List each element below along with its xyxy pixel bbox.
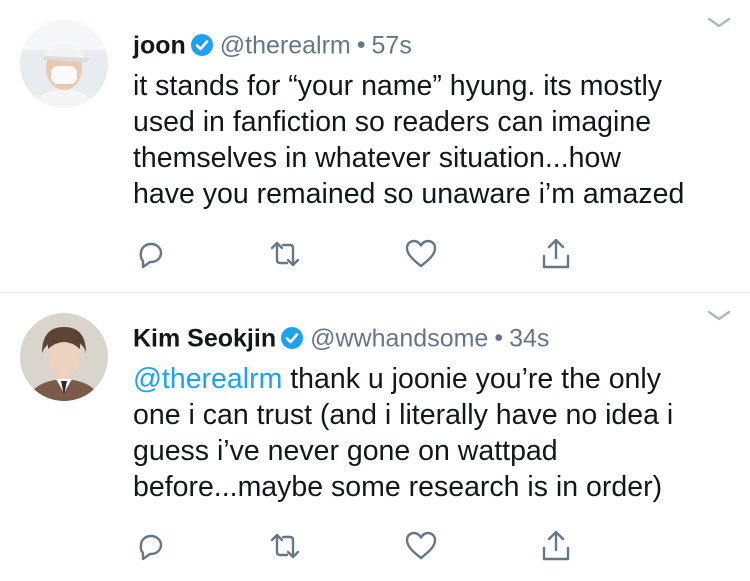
tweet-header: joon @therealrm • 57s [133, 28, 412, 61]
tweet-actions [133, 528, 593, 564]
tweet-text-line: @therealrm thank u joonie you’re the onl… [133, 361, 733, 397]
verified-badge-icon [190, 33, 214, 57]
avatar[interactable] [20, 313, 108, 401]
separator-dot: • [494, 324, 504, 353]
share-icon[interactable] [538, 528, 574, 564]
tweet-text-line: before...maybe some research is in order… [133, 471, 663, 503]
retweet-icon[interactable] [267, 236, 303, 272]
tweet-text: it stands for “your name” hyung. its mos… [133, 68, 733, 212]
display-name[interactable]: joon [133, 31, 186, 59]
chevron-down-icon[interactable] [706, 307, 732, 325]
user-handle[interactable]: @wwhandsome [310, 324, 488, 352]
timestamp[interactable]: 34s [509, 324, 549, 352]
tweet-text-line: guess i’ve never gone on wattpad [133, 435, 558, 467]
tweet[interactable]: joon @therealrm • 57s it stands for “your n… [0, 0, 750, 292]
heart-icon[interactable] [403, 528, 439, 564]
verified-badge-icon [280, 326, 304, 350]
tweet-actions [133, 236, 593, 272]
mention-link[interactable]: @therealrm [133, 363, 282, 395]
user-handle[interactable]: @therealrm [220, 31, 351, 59]
heart-icon[interactable] [403, 236, 439, 272]
separator-dot: • [356, 31, 366, 60]
tweet-text-fragment: thank u joonie you’re the only [282, 363, 661, 395]
tweet-text-line: themselves in whatever situation...how [133, 142, 621, 174]
avatar[interactable] [20, 20, 108, 108]
timestamp[interactable]: 57s [372, 31, 412, 59]
tweet-text: @therealrm thank u joonie you’re the onl… [133, 361, 733, 505]
tweet-text-line: it stands for “your name” hyung. its mos… [133, 70, 663, 102]
reply-icon[interactable] [133, 236, 169, 272]
reply-icon[interactable] [133, 528, 169, 564]
display-name[interactable]: Kim Seokjin [133, 324, 276, 352]
retweet-icon[interactable] [267, 528, 303, 564]
tweet-text-line: one i can trust (and i literally have no… [133, 399, 674, 431]
share-icon[interactable] [538, 236, 574, 272]
tweet-text-line: used in fanfiction so readers can imagin… [133, 106, 652, 138]
chevron-down-icon[interactable] [706, 14, 732, 32]
tweet-text-line: have you remained so unaware i’m amazed [133, 178, 685, 210]
tweet[interactable]: Kim Seokjin @wwhandsome • 34s @therealrm th… [0, 293, 750, 581]
tweet-header: Kim Seokjin @wwhandsome • 34s [133, 321, 549, 354]
